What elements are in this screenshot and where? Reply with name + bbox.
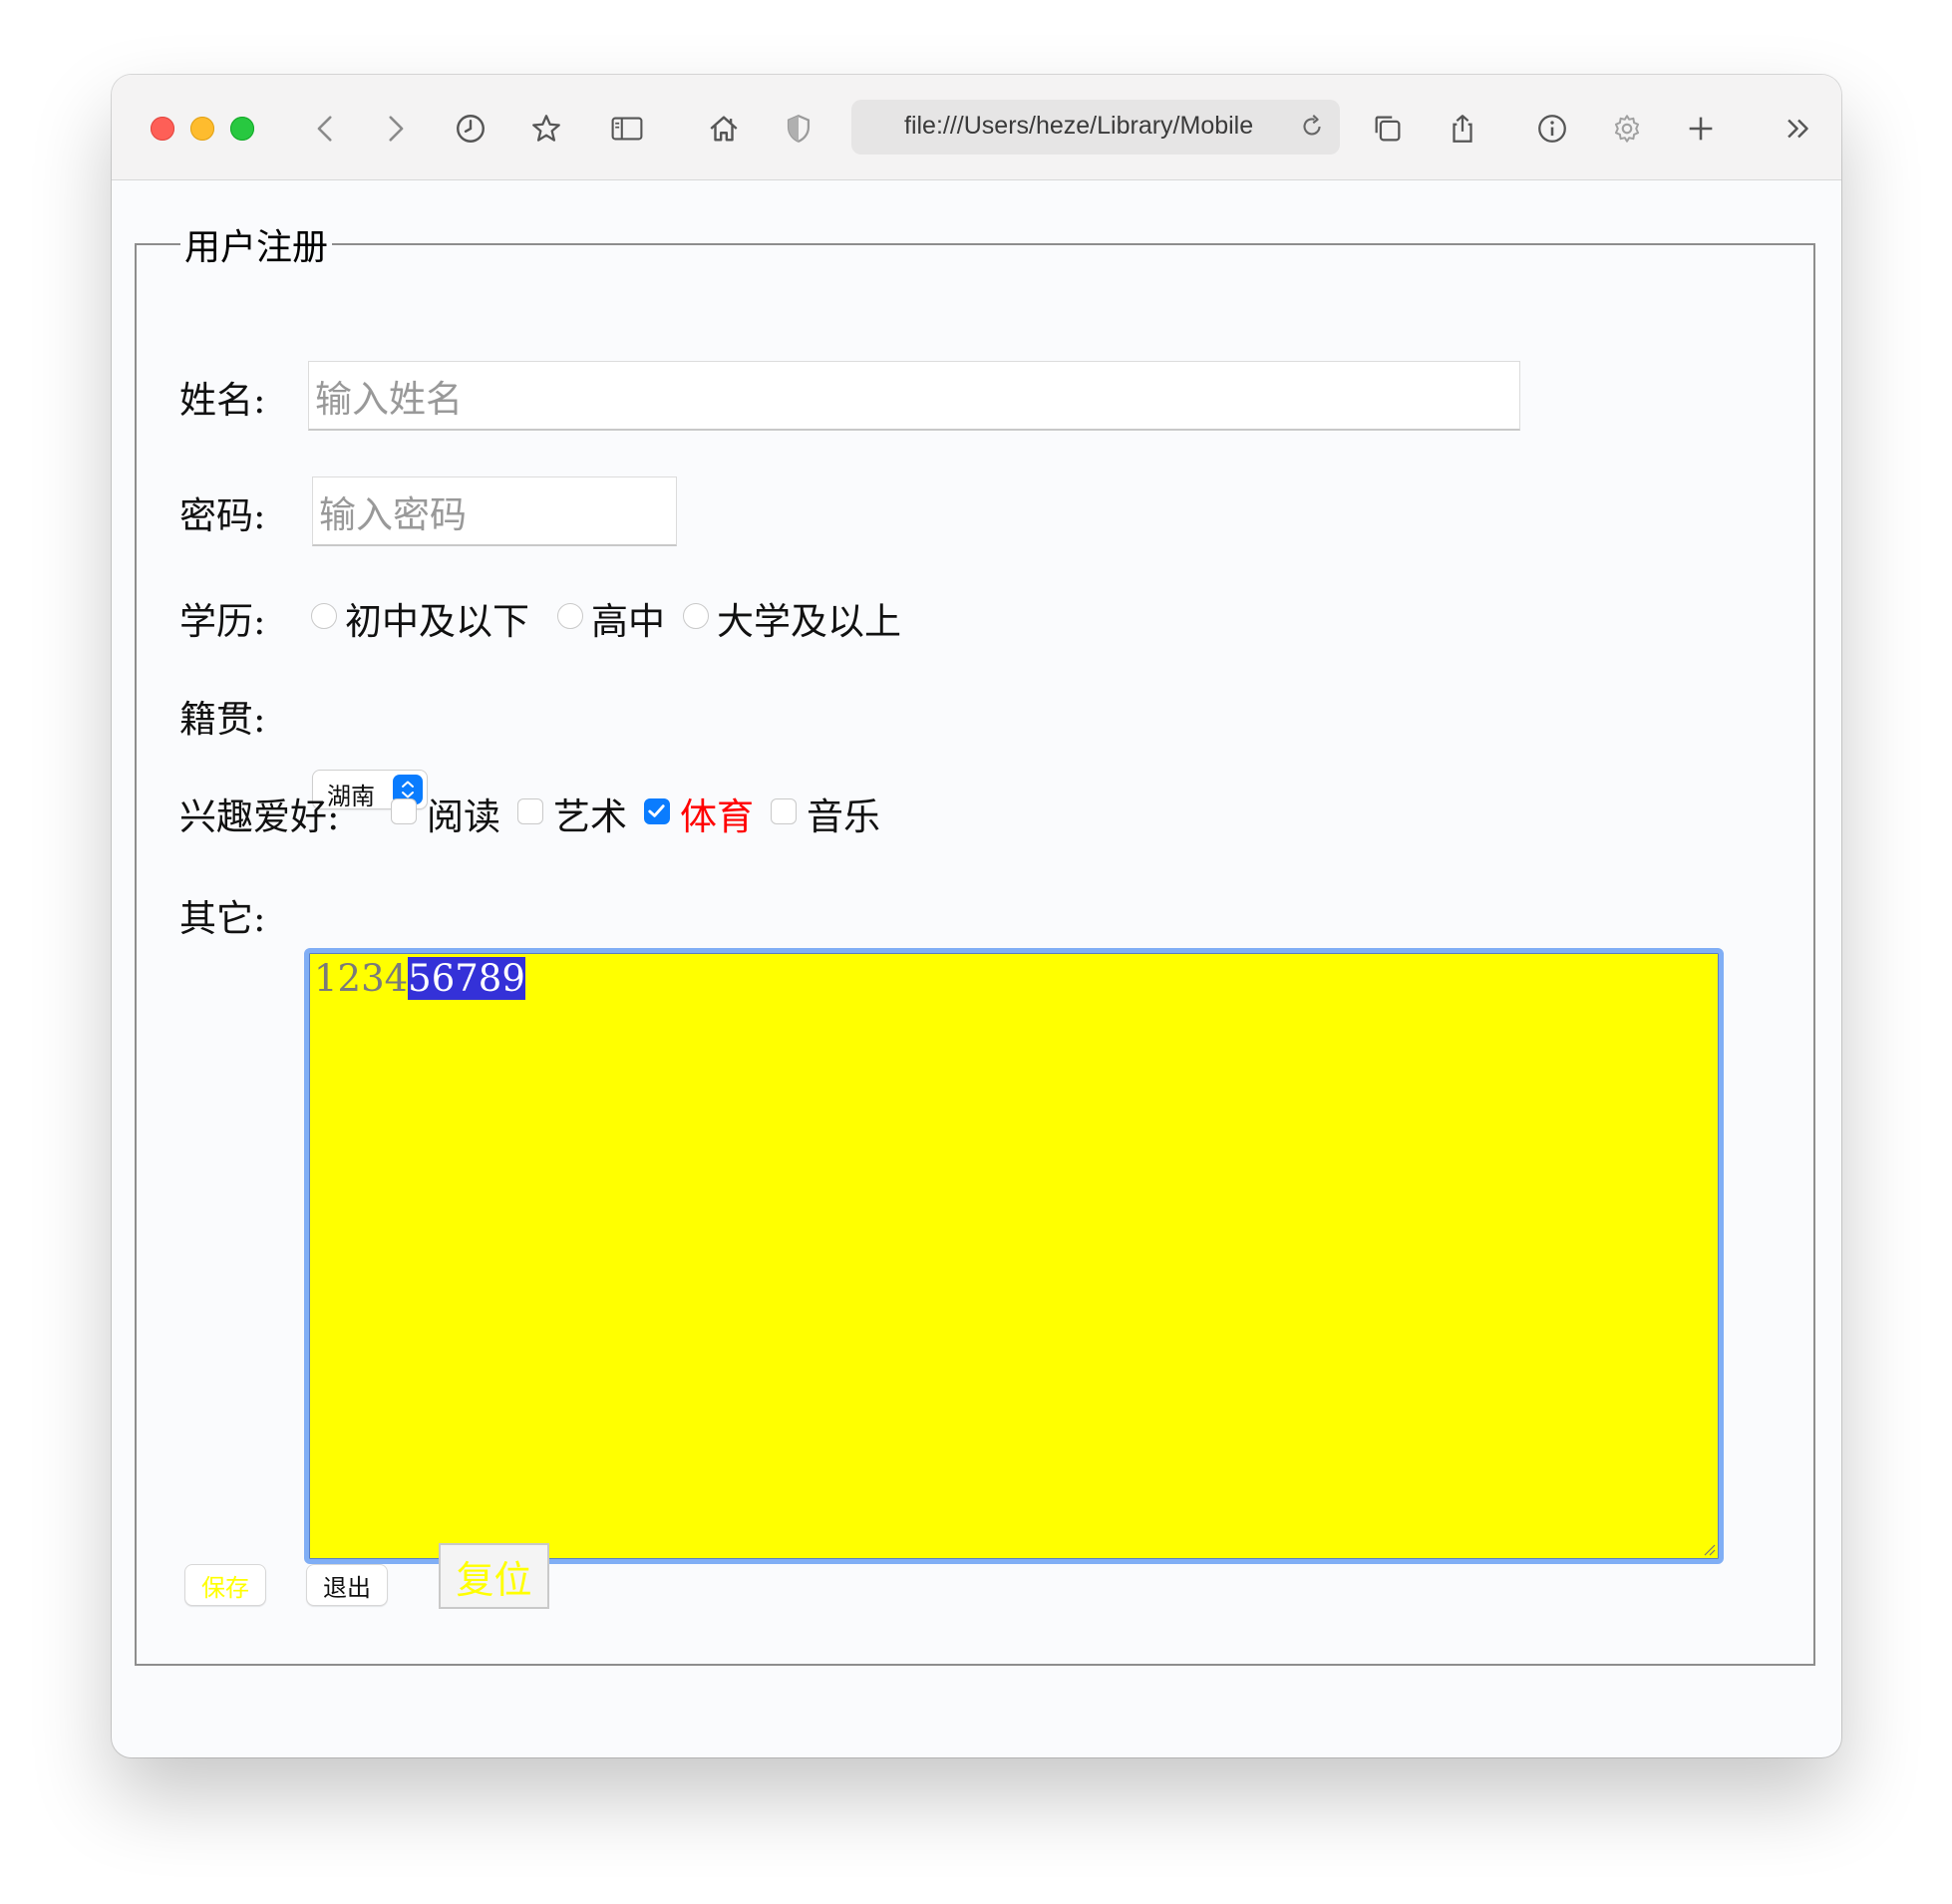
- reload-icon[interactable]: [1297, 112, 1327, 142]
- history-icon[interactable]: [449, 107, 492, 151]
- hometown-label: 籍贯:: [179, 698, 266, 741]
- education-radio-1[interactable]: [311, 603, 337, 629]
- hobby-checkbox-reading[interactable]: [391, 798, 417, 824]
- browser-window: file:///Users/heze/Library/Mobile 用户注册 姓…: [112, 75, 1841, 1757]
- other-textarea[interactable]: 123456789: [304, 948, 1724, 1564]
- browser-toolbar: file:///Users/heze/Library/Mobile: [112, 75, 1841, 180]
- share-icon[interactable]: [1441, 107, 1484, 151]
- url-text: file:///Users/heze/Library/Mobile: [904, 112, 1283, 141]
- minimize-window-button[interactable]: [190, 117, 214, 141]
- password-input[interactable]: 输入密码: [312, 476, 677, 546]
- sidebar-icon[interactable]: [605, 107, 649, 151]
- hobby-label-music: 音乐: [807, 795, 880, 838]
- textarea-content: 123456789: [314, 957, 525, 1000]
- name-label: 姓名:: [179, 379, 266, 422]
- shield-icon[interactable]: [777, 107, 820, 151]
- back-icon[interactable]: [304, 107, 348, 151]
- hobby-checkbox-sports[interactable]: [644, 798, 670, 824]
- hobby-label-sports: 体育: [680, 795, 754, 838]
- save-button[interactable]: 保存: [184, 1564, 266, 1606]
- settings-gear-icon[interactable]: [1605, 107, 1649, 151]
- password-label: 密码:: [179, 494, 266, 537]
- page-content: 用户注册 姓名: 输入姓名 密码: 输入密码 学历: 初中及以下 高中 大学及以…: [112, 180, 1841, 1757]
- checkmark-icon: [648, 804, 665, 817]
- close-window-button[interactable]: [151, 117, 174, 141]
- education-option-1: 初中及以下: [345, 600, 529, 643]
- name-placeholder: 输入姓名: [315, 377, 463, 421]
- name-input[interactable]: 输入姓名: [308, 361, 1520, 431]
- hobby-label-reading: 阅读: [427, 795, 500, 838]
- textarea-text-selected: 56789: [408, 957, 525, 1000]
- password-placeholder: 输入密码: [319, 492, 467, 536]
- zoom-window-button[interactable]: [230, 117, 254, 141]
- education-option-2: 高中: [591, 600, 665, 643]
- forward-icon[interactable]: [373, 107, 417, 151]
- fieldset-legend: 用户注册: [184, 227, 329, 268]
- hobbies-label: 兴趣爱好:: [179, 795, 340, 838]
- hobby-checkbox-art[interactable]: [517, 798, 543, 824]
- tabs-overview-icon[interactable]: [1366, 107, 1410, 151]
- hobby-checkbox-music[interactable]: [771, 798, 797, 824]
- home-icon[interactable]: [702, 107, 746, 151]
- info-icon[interactable]: [1530, 107, 1574, 151]
- other-label: 其它:: [179, 897, 266, 940]
- bookmark-star-icon[interactable]: [524, 107, 568, 151]
- exit-button[interactable]: 退出: [306, 1564, 388, 1606]
- education-label: 学历:: [179, 600, 266, 643]
- reset-button[interactable]: 复位: [439, 1543, 549, 1609]
- resize-grip-icon[interactable]: [1701, 1541, 1717, 1557]
- hobby-label-art: 艺术: [553, 795, 627, 838]
- education-radio-3[interactable]: [683, 603, 709, 629]
- new-tab-icon[interactable]: [1679, 107, 1723, 151]
- more-chevrons-icon[interactable]: [1777, 107, 1820, 151]
- textarea-text-unselected: 1234: [314, 957, 409, 1000]
- address-bar[interactable]: file:///Users/heze/Library/Mobile: [851, 100, 1340, 155]
- education-radio-2[interactable]: [557, 603, 583, 629]
- education-option-3: 大学及以上: [717, 600, 901, 643]
